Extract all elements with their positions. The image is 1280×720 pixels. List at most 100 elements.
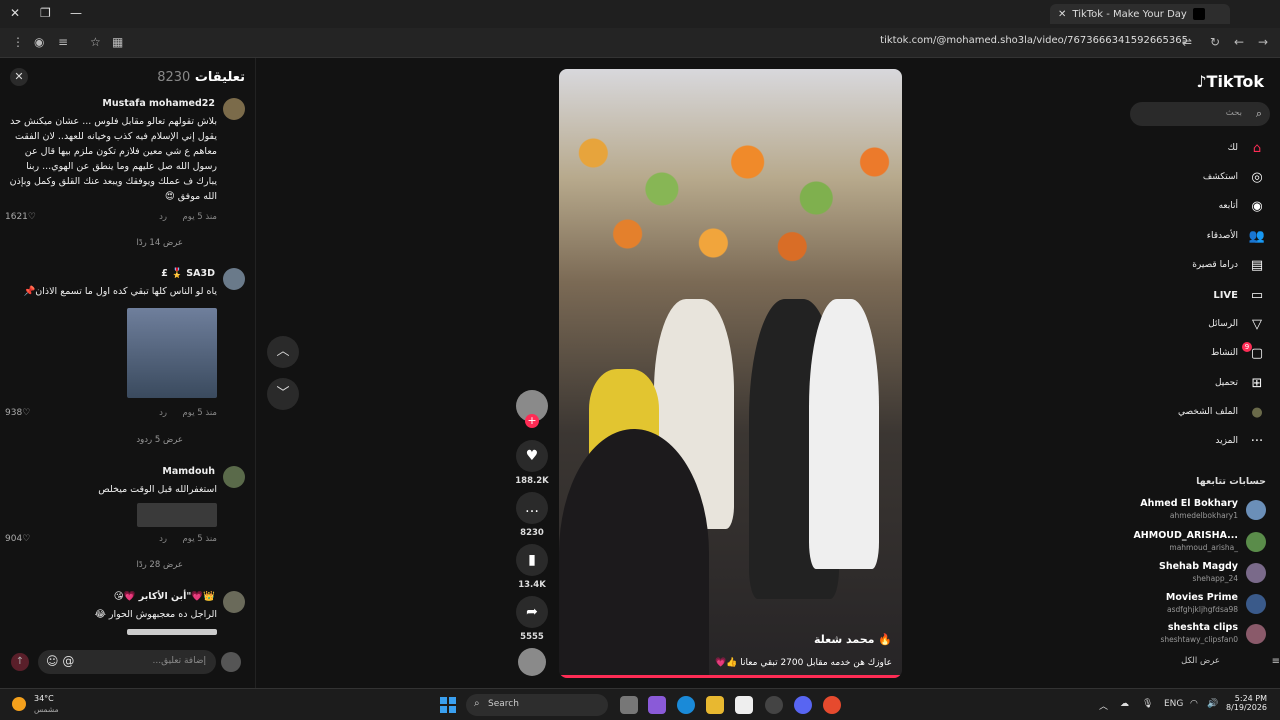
- reload-icon[interactable]: ↻: [1210, 35, 1220, 49]
- music-disc-icon[interactable]: [518, 648, 546, 676]
- start-button-icon[interactable]: [440, 697, 456, 713]
- send-comment-button[interactable]: ↑: [11, 653, 29, 671]
- close-window-icon[interactable]: ✕: [10, 6, 20, 20]
- comment-button[interactable]: …: [516, 492, 548, 524]
- nav-live[interactable]: ▭ LIVE: [1136, 285, 1266, 305]
- comment-likes[interactable]: 1621♡: [5, 212, 36, 222]
- microphone-icon[interactable]: 🎙: [1142, 699, 1153, 709]
- avatar: [1246, 624, 1266, 644]
- extensions-icon[interactable]: ▦: [112, 35, 123, 49]
- video-caption: عاوزك هن خدمه مقابل 2700 تبقي معانا 👍💗: [715, 658, 892, 668]
- volume-icon[interactable]: 🔊: [1207, 699, 1218, 709]
- discord-icon[interactable]: [794, 696, 812, 714]
- nav-messages[interactable]: ▽ الرسائل: [1136, 314, 1266, 334]
- minimize-window-icon[interactable]: —: [70, 6, 82, 20]
- nav-short-drama[interactable]: ▤ دراما قصيرة: [1136, 255, 1266, 275]
- comment-image-thumbnail[interactable]: [137, 503, 217, 527]
- music-disc-action[interactable]: [515, 648, 549, 676]
- like-button[interactable]: ♥: [516, 440, 548, 472]
- github-icon[interactable]: [765, 696, 783, 714]
- avatar[interactable]: [223, 268, 245, 290]
- taskbar-search[interactable]: Search: [466, 694, 608, 716]
- comment-likes[interactable]: 938♡: [5, 408, 30, 418]
- compass-icon: ◎: [1251, 169, 1263, 185]
- show-hidden-icons[interactable]: ︿: [1099, 699, 1108, 712]
- bookmark-star-icon[interactable]: ☆: [90, 35, 101, 49]
- tiktok-logo[interactable]: ♪TikTok: [1196, 72, 1264, 91]
- upload-icon: ⊞: [1251, 375, 1263, 391]
- nav-label: الأصدقاء: [1206, 231, 1238, 241]
- avatar[interactable]: [223, 466, 245, 488]
- url-field[interactable]: tiktok.com/@mohamed.sho3la/video/7673666…: [880, 35, 1188, 46]
- nav-explore[interactable]: ◎ استكشف: [1136, 167, 1266, 187]
- nav-upload[interactable]: ⊞ تحميل: [1136, 373, 1266, 393]
- back-icon[interactable]: →: [1258, 35, 1268, 49]
- reply-button[interactable]: رد: [159, 212, 167, 222]
- next-video-button[interactable]: ﹀: [267, 378, 299, 410]
- share-action: ➦ 5555: [515, 596, 549, 642]
- restore-window-icon[interactable]: ❐: [40, 6, 51, 20]
- heart-outline-icon: ♡: [22, 534, 31, 544]
- avatar[interactable]: [223, 98, 245, 120]
- followed-account[interactable]: sheshta clips sheshtawy_clipsfan0: [1136, 622, 1266, 648]
- save-button[interactable]: ▮: [516, 544, 548, 576]
- chrome-icon[interactable]: [823, 696, 841, 714]
- reply-button[interactable]: رد: [159, 534, 167, 544]
- menu-dots-icon[interactable]: ⋮: [12, 35, 24, 49]
- account-icon[interactable]: ◉: [34, 35, 44, 49]
- view-replies-button[interactable]: عرض 14 ردًا: [136, 238, 183, 248]
- comment-image-thumbnail[interactable]: [127, 308, 217, 398]
- emoji-icon[interactable]: ☺: [46, 654, 59, 668]
- video-author[interactable]: محمد شعلة 🔥: [814, 633, 892, 646]
- nav-friends[interactable]: 👥 الأصدقاء: [1136, 226, 1266, 246]
- follow-plus-icon[interactable]: +: [525, 414, 539, 428]
- video-player[interactable]: محمد شعلة 🔥 عاوزك هن خدمه مقابل 2700 تبق…: [559, 69, 902, 678]
- mention-icon[interactable]: @: [62, 654, 74, 668]
- current-user-avatar[interactable]: [221, 652, 241, 672]
- file-explorer-icon[interactable]: [706, 696, 724, 714]
- followed-account[interactable]: Ahmed El Bokhary ahmedelbokhary1: [1136, 498, 1266, 524]
- copilot-icon[interactable]: [648, 696, 666, 714]
- search-input[interactable]: بحث: [1130, 102, 1270, 126]
- cloud-icon[interactable]: ☁: [1120, 699, 1129, 709]
- task-view-icon[interactable]: [620, 696, 638, 714]
- nav-for-you[interactable]: ⌂ لك: [1136, 138, 1266, 158]
- close-comments-button[interactable]: ✕: [10, 68, 28, 86]
- comment-username[interactable]: Mamdouh: [162, 466, 215, 477]
- nav-activity[interactable]: ▢ 9 النشاط: [1136, 341, 1266, 363]
- video-progress-bar[interactable]: [559, 675, 902, 678]
- edge-icon[interactable]: [677, 696, 695, 714]
- creator-avatar-action[interactable]: +: [515, 390, 549, 428]
- forward-icon[interactable]: ←: [1234, 35, 1244, 49]
- system-clock[interactable]: 5:24 PM 8/19/2026: [1226, 694, 1267, 712]
- comment-likes[interactable]: 904♡: [5, 534, 30, 544]
- language-indicator[interactable]: ENG: [1164, 699, 1183, 709]
- nav-more[interactable]: ··· المزيد: [1136, 431, 1266, 451]
- followed-account[interactable]: AHMOUD_ARISHA... mahmoud_arisha_: [1133, 530, 1266, 556]
- share-button[interactable]: ➦: [516, 596, 548, 628]
- site-settings-icon[interactable]: ⇌: [1182, 35, 1192, 49]
- followed-account[interactable]: Movies Prime asdfghjkljhgfdsa98: [1136, 592, 1266, 618]
- wifi-icon[interactable]: ◠: [1190, 699, 1198, 709]
- view-replies-button[interactable]: عرض 28 ردًا: [136, 560, 183, 570]
- tab-tiktok[interactable]: ✕ TikTok - Make Your Day: [1050, 4, 1230, 24]
- previous-video-button[interactable]: ︿: [267, 336, 299, 368]
- comment-username[interactable]: 👑💗"أبن الأكابر 💗😘: [114, 591, 215, 602]
- reading-list-icon[interactable]: ≡: [58, 35, 68, 49]
- search-icon[interactable]: ⌕: [1256, 107, 1262, 121]
- nav-profile[interactable]: ● الملف الشخصي: [1136, 402, 1266, 422]
- chevron-up-icon: ︿: [276, 344, 290, 359]
- comment-username[interactable]: SA3D 🎖️ £: [161, 268, 215, 279]
- comment-time: منذ 5 يوم: [182, 212, 217, 222]
- comment-image-thumbnail[interactable]: [127, 629, 217, 635]
- sun-icon[interactable]: [12, 697, 26, 711]
- view-replies-button[interactable]: عرض 5 ردود: [136, 435, 183, 445]
- nav-following[interactable]: ◉ أتابعه: [1136, 196, 1266, 216]
- store-icon[interactable]: [735, 696, 753, 714]
- followed-account[interactable]: Shehab Magdy shehapp_24: [1136, 561, 1266, 587]
- avatar[interactable]: [223, 591, 245, 613]
- reply-button[interactable]: رد: [159, 408, 167, 418]
- see-all-button[interactable]: عرض الكل: [1181, 656, 1220, 666]
- comment-username[interactable]: Mustafa mohamed22: [102, 98, 215, 109]
- tab-close-icon[interactable]: ✕: [1058, 9, 1066, 20]
